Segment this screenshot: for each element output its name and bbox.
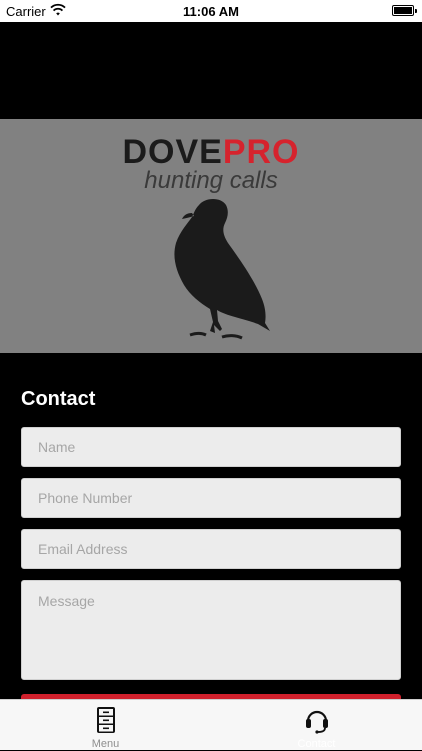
brand-wordmark: DOVEPRO (0, 135, 422, 169)
tab-bar: Menu Contact (0, 699, 422, 750)
hero-banner: DOVEPRO hunting calls (0, 119, 422, 353)
brand-pro: PRO (222, 133, 300, 171)
contact-title: Contact (21, 388, 96, 410)
phone-field[interactable] (21, 478, 401, 518)
app-logo: DOVEPRO hunting calls (0, 135, 422, 193)
tab-menu-label: Menu (91, 738, 120, 750)
message-field[interactable] (21, 580, 401, 680)
status-bar: Carrier 11:06 AM (0, 0, 422, 22)
tab-menu[interactable]: Menu (0, 700, 211, 751)
brand-tagline: hunting calls (144, 167, 278, 194)
name-field[interactable] (21, 427, 401, 467)
email-field[interactable] (21, 529, 401, 569)
battery-icon (392, 5, 417, 16)
tab-contact-label: Contact (297, 738, 336, 750)
tab-contact[interactable]: Contact (211, 700, 422, 751)
dove-silhouette-icon (174, 198, 270, 340)
clock: 11:06 AM (183, 4, 239, 19)
brand-dove: DOVE (122, 133, 223, 171)
file-cabinet-icon (96, 707, 115, 733)
headset-icon (305, 710, 328, 734)
